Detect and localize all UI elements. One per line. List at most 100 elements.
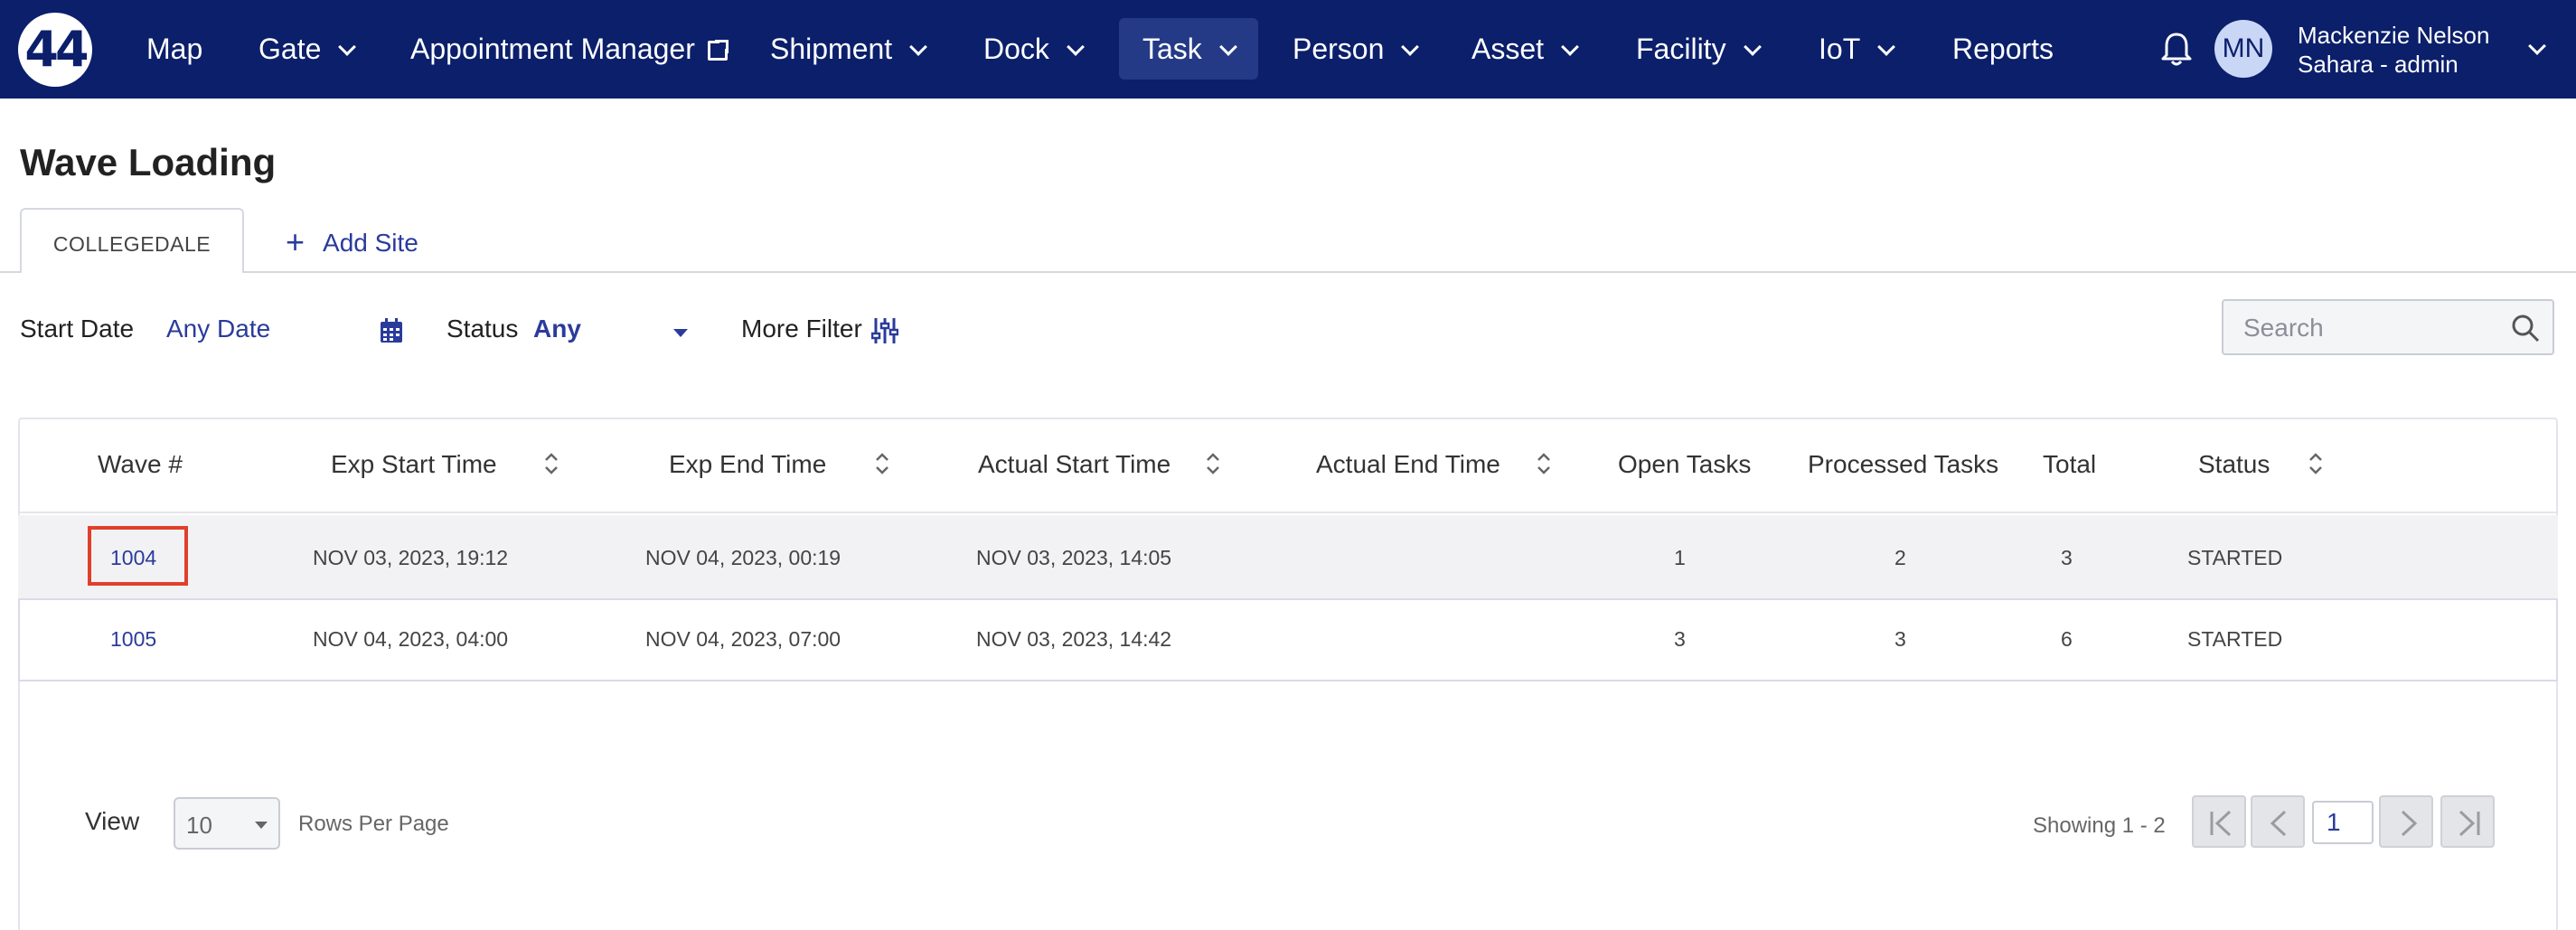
nav-facility[interactable]: Facility [1636,18,1762,80]
brand-logo[interactable]: 44 [18,13,92,87]
column-header-status[interactable]: Status [2198,450,2270,479]
start-date-label: Start Date [20,315,135,343]
cell-actual-start: NOV 03, 2023, 14:42 [976,627,1172,651]
avatar[interactable]: MN [2214,20,2272,78]
chevron-right-icon [2401,810,2418,837]
cell-open-tasks: 3 [1674,627,1686,651]
first-page-button[interactable] [2192,795,2246,848]
chevron-down-icon[interactable] [2528,37,2546,55]
cell-total: 6 [2061,627,2073,651]
external-link-icon [707,38,730,61]
prev-page-button[interactable] [2251,795,2305,848]
page-title: Wave Loading [20,141,277,183]
chevron-left-icon [2270,810,2287,837]
column-header-exp-start-time[interactable]: Exp Start Time [331,450,497,479]
nav-task-label: Task [1142,33,1202,65]
nav-person-label: Person [1293,33,1385,65]
selection-highlight [88,526,188,586]
chevron-down-icon [1561,38,1579,56]
nav-iot[interactable]: IoT [1819,18,1896,80]
start-date-value[interactable]: Any Date [166,315,270,343]
nav-gate[interactable]: Gate [259,18,357,80]
tab-collegedale[interactable]: COLLEGEDALE [20,208,244,273]
chevron-down-icon [1877,38,1896,56]
nav-appointment-manager-label: Appointment Manager [410,33,695,65]
cell-processed-tasks: 2 [1894,546,1906,569]
nav-shipment-label: Shipment [770,33,893,65]
bell-icon[interactable] [2160,31,2193,67]
nav-appointment-manager[interactable]: Appointment Manager [410,18,730,80]
cell-exp-end: NOV 04, 2023, 07:00 [645,627,841,651]
nav-map-label: Map [146,33,203,65]
cell-status: STARTED [2187,627,2283,651]
plus-icon: + [286,223,306,260]
column-header-exp-end-time[interactable]: Exp End Time [669,450,826,479]
nav-dock[interactable]: Dock [983,18,1085,80]
user-role: Sahara - admin [2298,51,2458,78]
nav-task[interactable]: Task [1119,18,1258,80]
nav-iot-label: IoT [1819,33,1861,65]
column-header-wave: Wave # [98,450,183,478]
sort-icon[interactable] [1204,450,1222,477]
nav-facility-label: Facility [1636,33,1726,65]
nav-reports-label: Reports [1952,33,2054,65]
last-page-button[interactable] [2440,795,2495,848]
cell-total: 3 [2061,546,2073,569]
tabs-divider [0,271,2576,273]
cell-processed-tasks: 3 [1894,627,1906,651]
nav-asset[interactable]: Asset [1471,18,1579,80]
nav-person[interactable]: Person [1293,18,1420,80]
user-name: Mackenzie Nelson [2298,22,2490,49]
chevron-down-icon [1067,38,1085,56]
rows-per-page-label: Rows Per Page [298,812,449,836]
chevron-down-icon [1401,38,1420,56]
cell-exp-start: NOV 03, 2023, 19:12 [313,546,509,569]
nav-reports[interactable]: Reports [1952,18,2054,80]
cell-exp-end: NOV 04, 2023, 00:19 [645,546,841,569]
column-header-actual-start-time[interactable]: Actual Start Time [978,450,1170,479]
first-page-icon [2210,810,2232,837]
column-header-actual-end-time[interactable]: Actual End Time [1316,450,1500,479]
column-header-processed-tasks: Processed Tasks [1808,450,1999,478]
nav-map[interactable]: Map [146,18,202,80]
page-number-input[interactable] [2312,801,2374,844]
next-page-button[interactable] [2379,795,2433,848]
sort-icon[interactable] [1535,450,1553,477]
sort-icon[interactable] [542,450,560,477]
search-box [2222,299,2554,355]
calendar-icon[interactable] [380,318,403,343]
nav-dock-label: Dock [983,33,1049,65]
nav-shipment[interactable]: Shipment [770,18,928,80]
view-label: View [85,807,140,835]
top-nav: 44 Map Gate Appointment Manager Shipment… [0,0,2576,99]
status-select[interactable]: Any [533,315,581,343]
column-header-open-tasks: Open Tasks [1618,450,1752,478]
sort-icon[interactable] [2307,450,2325,477]
wave-link[interactable]: 1005 [110,627,156,652]
sliders-icon[interactable] [871,316,898,345]
search-input[interactable] [2243,310,2505,346]
column-header-total: Total [2043,450,2097,478]
table-header-divider [18,512,2558,513]
sort-icon[interactable] [873,450,891,477]
caret-down-icon [255,822,268,829]
chevron-down-icon [338,38,357,56]
rows-per-page-select[interactable]: 10 [174,797,280,850]
last-page-icon [2458,810,2480,837]
cell-status: STARTED [2187,546,2283,569]
showing-count: Showing 1 - 2 [2033,813,2166,838]
rows-per-page-value: 10 [186,812,212,839]
add-site-label: Add Site [323,229,418,257]
chevron-down-icon [909,38,928,56]
more-filter-button[interactable]: More Filter [741,315,862,343]
caret-down-icon[interactable] [673,329,688,337]
nav-asset-label: Asset [1471,33,1545,65]
cell-actual-start: NOV 03, 2023, 14:05 [976,546,1172,569]
status-label: Status [447,315,519,343]
chevron-down-icon [1218,38,1237,56]
search-icon[interactable] [2511,314,2540,343]
nav-gate-label: Gate [259,33,322,65]
cell-open-tasks: 1 [1674,546,1686,569]
chevron-down-icon [1743,38,1762,56]
add-site-button[interactable]: + Add Site [286,222,418,261]
